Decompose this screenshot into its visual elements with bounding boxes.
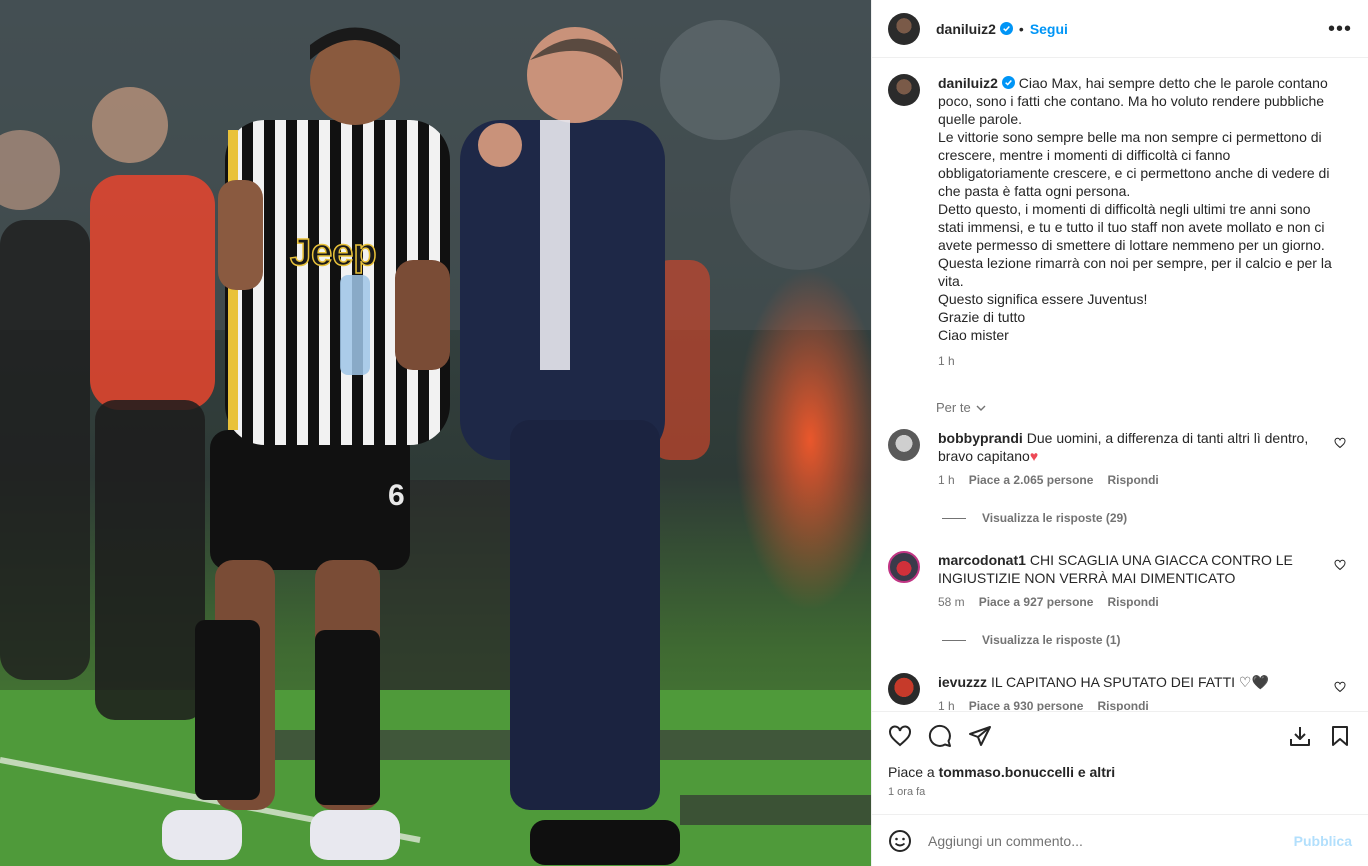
per-te-filter[interactable]: Per te (936, 400, 1352, 415)
commenter-avatar[interactable] (888, 429, 920, 461)
replies-divider (942, 517, 966, 519)
save-bookmark-icon[interactable] (1328, 724, 1352, 748)
publish-button[interactable]: Pubblica (1294, 833, 1352, 849)
comment-time: 1 h (938, 699, 955, 711)
comment-text: IL CAPITANO HA SPUTATO DEI FATTI ♡🖤 (991, 674, 1269, 690)
like-comment-heart-icon[interactable] (1334, 681, 1346, 693)
shorts-number-text: 6 (388, 479, 405, 512)
post-caption: daniluiz2 Ciao Max, hai sempre detto che… (888, 74, 1352, 368)
comment-time: 1 h (938, 473, 955, 487)
verified-badge-icon (999, 22, 1013, 35)
reply-button[interactable]: Rispondi (1097, 697, 1148, 711)
emoji-smiley-icon[interactable] (888, 829, 912, 853)
comment-item: ievuzzz IL CAPITANO HA SPUTATO DEI FATTI … (888, 673, 1352, 711)
red-heart-emoji: ♥ (1029, 448, 1039, 464)
commenter-username[interactable]: ievuzzz (938, 674, 987, 690)
commenter-avatar[interactable] (888, 551, 920, 583)
chevron-down-icon (976, 405, 986, 411)
caption-author-avatar[interactable] (888, 74, 920, 106)
reply-button[interactable]: Rispondi (1107, 593, 1158, 611)
like-comment-heart-icon[interactable] (1334, 559, 1346, 571)
post-actions: Piace a tommaso.bonuccelli e altri 1 ora… (872, 711, 1368, 814)
comment-likes[interactable]: Piace a 927 persone (979, 593, 1094, 611)
comment-likes[interactable]: Piace a 2.065 persone (969, 471, 1094, 489)
comment-item: marcodonat1 CHI SCAGLIA UNA GIACCA CONTRO… (888, 551, 1352, 611)
commenter-username[interactable]: bobbyprandi (938, 430, 1023, 446)
like-heart-icon[interactable] (888, 724, 912, 748)
photo-illustration: Jeep 6 (0, 0, 871, 866)
post-likes-summary[interactable]: Piace a tommaso.bonuccelli e altri (888, 764, 1352, 780)
view-replies-label: Visualizza le risposte (1) (982, 633, 1121, 647)
replies-divider (942, 639, 966, 641)
comments-section[interactable]: daniluiz2 Ciao Max, hai sempre detto che… (872, 58, 1368, 711)
commenter-username[interactable]: marcodonat1 (938, 552, 1026, 568)
follow-button[interactable]: Segui (1030, 21, 1068, 37)
comment-bubble-icon[interactable] (928, 724, 952, 748)
caption-time: 1 h (938, 354, 955, 368)
view-replies-button[interactable]: Visualizza le risposte (29) (942, 511, 1352, 525)
post-header: daniluiz2 • Segui ••• (872, 0, 1368, 58)
likes-suffix[interactable]: e altri (1074, 764, 1115, 780)
caption-author-username[interactable]: daniluiz2 (938, 75, 998, 91)
likes-prefix: Piace a (888, 764, 939, 780)
download-icon[interactable] (1288, 724, 1312, 748)
jersey-sponsor-text: Jeep (290, 232, 377, 274)
comment-likes[interactable]: Piace a 930 persone (969, 697, 1084, 711)
commenter-avatar[interactable] (888, 673, 920, 705)
more-options-icon[interactable]: ••• (1328, 19, 1352, 39)
post-sidebar: daniluiz2 • Segui ••• daniluiz2 Ciao Max… (871, 0, 1368, 866)
caption-body: daniluiz2 Ciao Max, hai sempre detto che… (938, 74, 1338, 344)
share-send-icon[interactable] (968, 724, 992, 748)
post-photo[interactable]: Jeep 6 (0, 0, 871, 866)
view-replies-label: Visualizza le risposte (29) (982, 511, 1128, 525)
like-comment-heart-icon[interactable] (1334, 437, 1346, 449)
comment-input[interactable] (928, 832, 1294, 849)
liker-username[interactable]: tommaso.bonuccelli (939, 764, 1074, 780)
reply-button[interactable]: Rispondi (1107, 471, 1158, 489)
comment-item: bobbyprandi Due uomini, a differenza di t… (888, 429, 1352, 489)
author-username[interactable]: daniluiz2 (936, 21, 996, 37)
post-timestamp: 1 ora fa (888, 786, 926, 798)
comment-time: 58 m (938, 595, 965, 609)
caption-text: Ciao Max, hai sempre detto che le parole… (938, 75, 1332, 343)
add-comment-bar: Pubblica (872, 814, 1368, 866)
verified-badge-icon (1001, 76, 1015, 89)
view-replies-button[interactable]: Visualizza le risposte (1) (942, 633, 1352, 647)
author-avatar[interactable] (888, 12, 920, 45)
separator-dot: • (1018, 20, 1024, 37)
per-te-label: Per te (936, 400, 971, 415)
